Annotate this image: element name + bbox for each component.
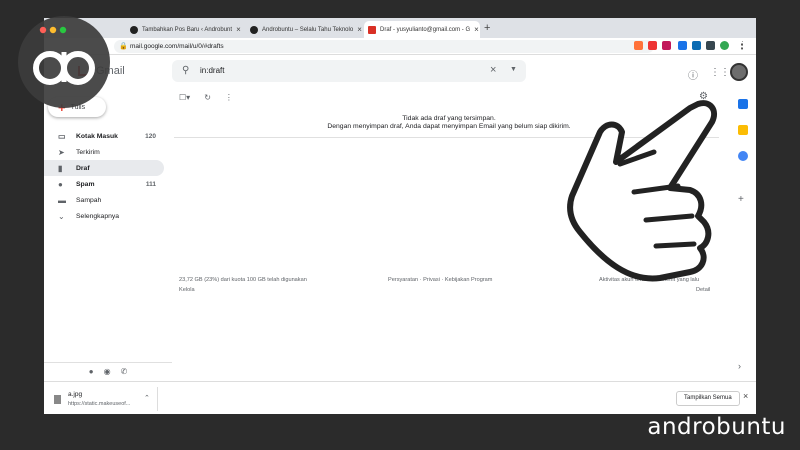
extension-icon[interactable] bbox=[706, 41, 715, 50]
sidebar-item-inbox[interactable]: ▭ Kotak Masuk 120 bbox=[44, 128, 164, 144]
refresh-icon[interactable]: ↻ bbox=[204, 93, 211, 105]
terms-links[interactable]: Persyaratan · Privasi · Kebijakan Progra… bbox=[388, 277, 492, 283]
chevron-right-icon[interactable]: › bbox=[738, 361, 748, 371]
sidebar-item-drafts[interactable]: ▮ Draf bbox=[44, 160, 164, 176]
file-icon bbox=[54, 395, 61, 404]
sidebar-item-trash[interactable]: ▬ Sampah bbox=[44, 192, 164, 208]
gmail-favicon bbox=[368, 25, 376, 34]
download-item[interactable]: a.jpg https://static.makeuseof... ⌃ bbox=[50, 387, 158, 411]
keep-icon[interactable] bbox=[738, 125, 748, 135]
extension-icon[interactable] bbox=[634, 41, 643, 50]
tab-wordpress[interactable]: Tambahkan Pos Baru ‹ Androbunt × bbox=[126, 21, 244, 38]
extension-icon[interactable] bbox=[678, 41, 687, 50]
spam-icon: ● bbox=[58, 179, 63, 189]
androbuntu-watermark: androbuntu bbox=[647, 414, 786, 440]
sidebar-item-sent[interactable]: ➤ Terkirim bbox=[44, 144, 164, 160]
url-field[interactable]: 🔒 mail.google.com/mail/u/0/#drafts bbox=[114, 40, 654, 53]
send-icon: ➤ bbox=[58, 147, 65, 157]
search-icon[interactable]: ⚲ bbox=[182, 65, 189, 76]
chevron-up-icon[interactable]: ⌃ bbox=[144, 394, 150, 402]
tab-close-icon[interactable]: × bbox=[236, 25, 241, 34]
more-options-icon[interactable]: ⋮ bbox=[225, 93, 233, 105]
avatar[interactable] bbox=[730, 63, 748, 81]
extension-icon[interactable] bbox=[648, 41, 657, 50]
download-bar: a.jpg https://static.makeuseof... ⌃ Tamp… bbox=[44, 381, 756, 414]
menu-icon[interactable] bbox=[741, 41, 745, 50]
calendar-icon[interactable] bbox=[738, 99, 748, 109]
hangouts-icon[interactable]: ◉ bbox=[104, 367, 111, 376]
sidebar-nav: ▭ Kotak Masuk 120 ➤ Terkirim ▮ Draf ● Sp… bbox=[44, 128, 164, 224]
hangouts-bar: ● ◉ ✆ bbox=[44, 362, 172, 380]
pointing-hand-icon bbox=[567, 100, 718, 282]
extension-icon[interactable] bbox=[692, 41, 701, 50]
trash-icon: ▬ bbox=[58, 195, 66, 205]
draft-icon: ▮ bbox=[58, 163, 63, 173]
person-icon[interactable]: ● bbox=[89, 367, 94, 376]
extension-icon[interactable] bbox=[720, 41, 729, 50]
extension-icon[interactable] bbox=[662, 41, 671, 50]
inbox-icon: ▭ bbox=[58, 131, 66, 141]
tab-bar: Tambahkan Pos Baru ‹ Androbunt × Androbu… bbox=[44, 18, 756, 38]
tab-close-icon[interactable]: × bbox=[474, 25, 479, 34]
new-tab-button[interactable]: + bbox=[484, 22, 490, 34]
sidebar-item-spam[interactable]: ● Spam 111 bbox=[44, 176, 164, 192]
search-input[interactable]: in:draft bbox=[200, 66, 224, 75]
androbuntu-favicon bbox=[250, 25, 258, 34]
androbuntu-favicon bbox=[130, 25, 138, 34]
chevron-down-icon: ⌄ bbox=[58, 211, 65, 221]
help-icon[interactable]: ⓘ bbox=[688, 67, 698, 82]
lock-icon: 🔒 bbox=[119, 43, 128, 50]
manage-storage-link[interactable]: Kelola bbox=[179, 287, 195, 293]
search-bar[interactable]: ⚲ in:draft × ▼ bbox=[172, 60, 526, 82]
phone-icon[interactable]: ✆ bbox=[121, 367, 128, 376]
select-all-checkbox[interactable]: ☐▾ bbox=[179, 93, 190, 105]
tab-androbuntu[interactable]: Androbuntu – Selalu Tahu Teknolo × bbox=[246, 21, 362, 38]
gmail-header: Gmail ⚲ in:draft × ▼ ⓘ ⋮⋮⋮ bbox=[44, 55, 756, 87]
clear-search-icon[interactable]: × bbox=[490, 64, 496, 76]
mail-toolbar: ☐▾ ↻ ⋮ bbox=[179, 93, 233, 105]
androbuntu-logo-icon bbox=[33, 26, 95, 85]
search-options-icon[interactable]: ▼ bbox=[510, 66, 517, 73]
androbuntu-logo-badge bbox=[18, 16, 110, 108]
address-bar: 🔒 mail.google.com/mail/u/0/#drafts bbox=[44, 38, 756, 55]
tasks-icon[interactable] bbox=[738, 151, 748, 161]
sidebar-item-more[interactable]: ⌄ Selengkapnya bbox=[44, 208, 164, 224]
show-all-downloads-button[interactable]: Tampilkan Semua bbox=[676, 391, 740, 406]
tab-close-icon[interactable]: × bbox=[357, 25, 362, 34]
close-icon[interactable]: × bbox=[743, 391, 748, 401]
storage-usage: 23,72 GB (23%) dari kuota 100 GB telah d… bbox=[179, 277, 307, 283]
add-addon-icon[interactable]: + bbox=[738, 195, 748, 205]
tab-gmail-drafts[interactable]: Draf - yusyulianto@gmail.com - G × bbox=[364, 21, 480, 38]
